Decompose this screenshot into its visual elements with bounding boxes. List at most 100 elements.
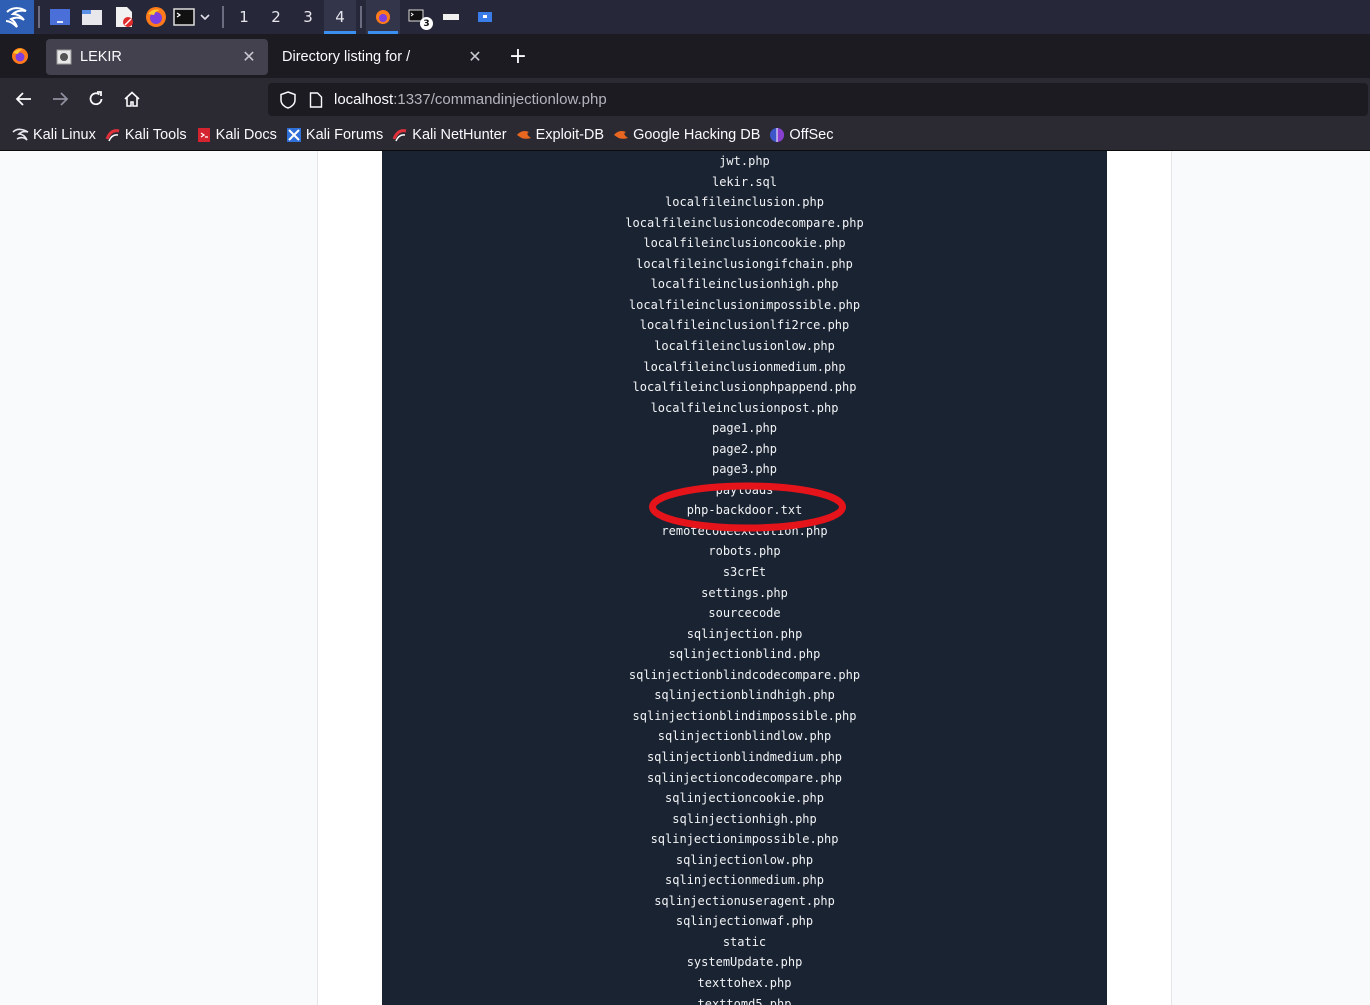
home-button[interactable] <box>114 83 150 115</box>
file-entry: sqlinjectionwaf.php <box>675 914 814 929</box>
file-entry: texttohex.php <box>697 976 792 990</box>
browser-tab-bar: LEKIR ✕ Directory listing for / ✕ + <box>0 34 1370 78</box>
site-favicon-icon <box>56 49 72 65</box>
file-entry: sqlinjectionblindcodecompare.php <box>628 667 861 682</box>
bookmark-kali-forums[interactable]: Kali Forums <box>283 122 389 148</box>
file-entry: sqlinjectionblindlow.php <box>657 729 832 744</box>
tracking-protection-shield-icon[interactable] <box>272 90 304 109</box>
text-editor-icon[interactable] <box>108 0 140 34</box>
forward-button[interactable] <box>42 83 78 115</box>
exploit-db-icon <box>612 126 630 144</box>
file-entry: localfileinclusionlow.php <box>654 338 835 353</box>
tab-title: Directory listing for / <box>282 49 411 65</box>
file-entry: sourcecode <box>708 606 781 621</box>
url-host: localhost <box>334 91 394 108</box>
workspace-4[interactable]: 4 <box>324 0 356 34</box>
bookmark-label: Kali NetHunter <box>412 127 507 143</box>
file-entry: localfileinclusionphpappend.php <box>632 380 857 395</box>
file-entry: sqlinjectionuseragent.php <box>654 893 835 908</box>
file-entry: page2.php <box>711 441 778 456</box>
file-entry: sqlinjection.php <box>686 626 803 641</box>
kali-forums-icon <box>285 126 303 144</box>
bookmark-kali-tools[interactable]: Kali Tools <box>102 122 193 148</box>
url-path: :1337/commandinjectionlow.php <box>393 91 607 108</box>
exploit-db-icon <box>515 126 533 144</box>
firefox-icon[interactable] <box>140 0 172 34</box>
file-entry: sqlinjectionblind.php <box>668 647 821 662</box>
kali-docs-icon <box>195 126 213 144</box>
show-desktop-icon[interactable] <box>44 0 76 34</box>
file-entry: sqlinjectionblindhigh.php <box>654 688 835 703</box>
file-entry: sqlinjectionblindimpossible.php <box>632 708 857 723</box>
file-entry: localfileinclusionimpossible.php <box>628 297 861 312</box>
page-viewport[interactable]: jwt.php lekir.sql localfileinclusion.php lo… <box>0 151 1370 1005</box>
address-bar[interactable]: localhost:1337/commandinjectionlow.php <box>268 83 1368 116</box>
bookmark-kali-docs[interactable]: Kali Docs <box>193 122 283 148</box>
file-entry: localfileinclusioncodecompare.php <box>625 215 864 230</box>
bookmark-exploit-db[interactable]: Exploit-DB <box>513 122 611 148</box>
file-entry: payloads <box>715 482 774 497</box>
window-button[interactable] <box>468 0 502 34</box>
tab-title: LEKIR <box>80 49 122 65</box>
back-button[interactable] <box>6 83 42 115</box>
file-entry: localfileinclusioncookie.php <box>643 236 846 251</box>
bookmark-label: Exploit-DB <box>535 127 605 143</box>
file-entry: localfileinclusionlfi2rce.php <box>639 318 850 333</box>
tab-directory-listing[interactable]: Directory listing for / ✕ <box>272 39 494 75</box>
file-entry: lekir.sql <box>711 174 778 189</box>
bookmark-label: Kali Forums <box>305 127 384 143</box>
file-entry: sqlinjectionimpossible.php <box>650 832 839 847</box>
file-manager-icon[interactable] <box>76 0 108 34</box>
page-info-icon[interactable] <box>304 91 328 108</box>
navigation-toolbar: localhost:1337/commandinjectionlow.php <box>0 78 1370 120</box>
bookmarks-toolbar: Kali Linux Kali Tools Kali Docs Kali For… <box>0 120 1370 151</box>
file-entry: sqlinjectionlow.php <box>675 852 814 867</box>
bookmark-offsec[interactable]: OffSec <box>766 122 839 148</box>
terminal-window-button[interactable]: 3 <box>400 0 434 34</box>
bookmark-google-hacking-db[interactable]: Google Hacking DB <box>610 122 766 148</box>
file-entry: jwt.php <box>719 154 770 168</box>
workspace-2[interactable]: 2 <box>260 0 292 34</box>
new-tab-button[interactable]: + <box>502 40 534 72</box>
file-entry: sqlinjectionmedium.php <box>665 873 824 888</box>
file-entry: remotecodeexecution.php <box>661 523 828 538</box>
chevron-down-icon[interactable] <box>196 0 214 34</box>
tab-lekir[interactable]: LEKIR ✕ <box>46 39 268 75</box>
kali-menu-icon[interactable] <box>0 0 34 34</box>
file-entry: sqlinjectioncookie.php <box>665 791 824 806</box>
file-entry: s3crEt <box>722 565 767 579</box>
firefox-view-icon[interactable] <box>0 34 40 78</box>
reload-button[interactable] <box>78 83 114 115</box>
file-entry: localfileinclusionmedium.php <box>643 359 846 374</box>
taskbar-separator <box>222 6 224 28</box>
file-entry: localfileinclusionpost.php <box>650 400 839 415</box>
file-entry: texttomd5.php <box>697 996 792 1005</box>
file-entry: page1.php <box>711 421 778 436</box>
taskbar-separator <box>38 6 40 28</box>
kali-red-icon <box>104 126 122 144</box>
bookmark-label: Kali Linux <box>33 127 96 143</box>
firefox-window-button[interactable] <box>366 0 400 34</box>
close-tab-icon[interactable]: ✕ <box>466 48 484 66</box>
window-button[interactable] <box>434 0 468 34</box>
file-entry: static <box>722 934 767 949</box>
bookmark-kali-nethunter[interactable]: Kali NetHunter <box>389 122 512 148</box>
file-entry: localfileinclusion.php <box>665 195 824 210</box>
terminal-icon[interactable] <box>172 0 196 34</box>
bookmark-label: Kali Tools <box>124 127 187 143</box>
file-entry: sqlinjectionhigh.php <box>672 811 817 826</box>
taskbar-separator <box>360 6 362 28</box>
url-text[interactable]: localhost:1337/commandinjectionlow.php <box>334 91 607 108</box>
offsec-icon <box>768 126 786 144</box>
file-entry: sqlinjectioncodecompare.php <box>646 770 843 785</box>
bookmark-kali-linux[interactable]: Kali Linux <box>10 122 102 148</box>
workspace-1[interactable]: 1 <box>228 0 260 34</box>
file-entry: settings.php <box>701 585 788 600</box>
bookmark-label: Kali Docs <box>215 127 277 143</box>
workspace-3[interactable]: 3 <box>292 0 324 34</box>
taskbar: 1 2 3 4 3 <box>0 0 1370 34</box>
highlighted-file-entry: php-backdoor.txt <box>686 503 803 518</box>
file-entry: sqlinjectionblindmedium.php <box>646 749 843 764</box>
bookmark-label: Google Hacking DB <box>633 127 761 143</box>
close-tab-icon[interactable]: ✕ <box>240 48 258 66</box>
